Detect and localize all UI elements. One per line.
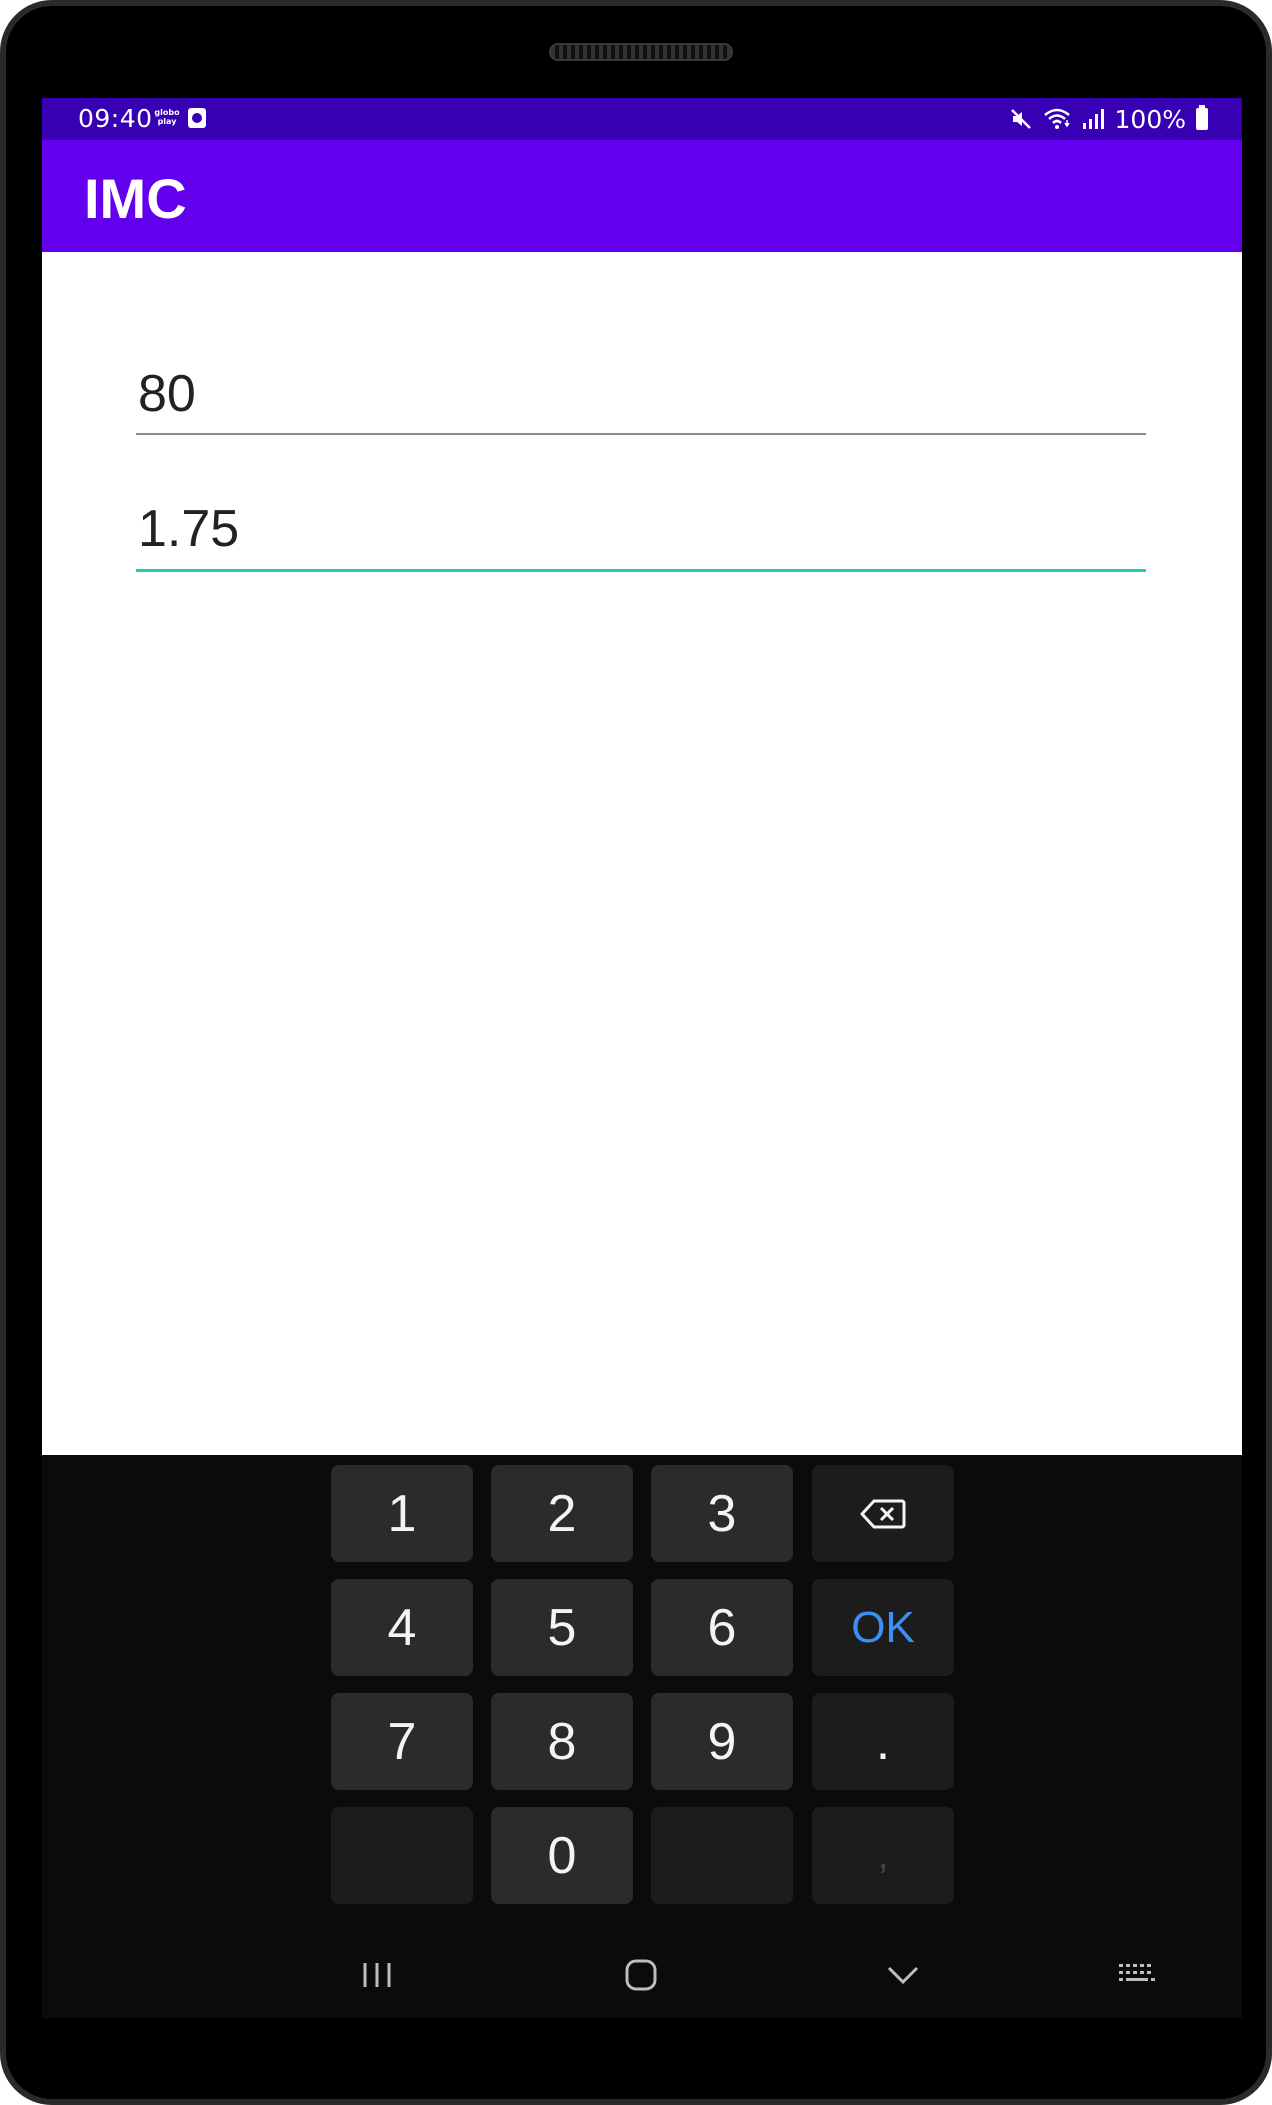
recent-apps-button[interactable]: [342, 1955, 412, 1995]
device-frame: 09:40 globo play 100% IMC 80 1.75 1 2 3 …: [0, 0, 1272, 2105]
cell-signal-icon: [1082, 109, 1104, 129]
app-notification-icon: [188, 108, 206, 128]
earpiece-speaker: [549, 43, 733, 61]
home-icon: [625, 1959, 657, 1991]
weight-input-underline: [136, 433, 1146, 435]
globoplay-notification-icon: globo play: [154, 108, 180, 128]
home-button[interactable]: [606, 1955, 676, 1995]
key-5[interactable]: 5: [491, 1579, 633, 1676]
keyboard-switch-button[interactable]: [1102, 1955, 1172, 1995]
numeric-keyboard: 1 2 3 4 5 6 OK 7 8 9 . 0 ,: [42, 1455, 1242, 2018]
weight-input[interactable]: [136, 362, 1146, 426]
key-7[interactable]: 7: [331, 1693, 473, 1790]
key-9[interactable]: 9: [651, 1693, 793, 1790]
status-time: 09:40: [78, 104, 153, 133]
height-input-underline: [136, 569, 1146, 572]
key-4[interactable]: 4: [331, 1579, 473, 1676]
battery-percentage: 100%: [1114, 104, 1186, 134]
empty-key-left: [331, 1807, 473, 1904]
status-bar: 09:40 globo play 100%: [42, 98, 1242, 140]
dot-key[interactable]: .: [812, 1693, 954, 1790]
backspace-icon: [860, 1499, 906, 1528]
status-icons: 100%: [1009, 104, 1208, 134]
globoplay-line2: play: [157, 117, 177, 126]
keyboard-switch-icon: [1119, 1964, 1155, 1981]
key-6[interactable]: 6: [651, 1579, 793, 1676]
wifi-icon: [1043, 108, 1070, 129]
mute-icon: [1010, 109, 1031, 129]
hide-keyboard-button[interactable]: [868, 1955, 938, 1995]
key-1[interactable]: 1: [331, 1465, 473, 1562]
backspace-key[interactable]: [812, 1465, 954, 1562]
app-title: IMC: [84, 167, 187, 230]
globoplay-line1: globo: [154, 108, 180, 117]
key-2[interactable]: 2: [491, 1465, 633, 1562]
height-input[interactable]: [136, 497, 1146, 561]
recent-apps-icon: [363, 1963, 391, 1987]
comma-key: ,: [812, 1807, 954, 1904]
app-bar: IMC: [42, 140, 1242, 252]
key-8[interactable]: 8: [491, 1693, 633, 1790]
battery-icon: [1196, 105, 1208, 130]
empty-key-right: [651, 1807, 793, 1904]
key-3[interactable]: 3: [651, 1465, 793, 1562]
ok-key[interactable]: OK: [812, 1579, 954, 1676]
key-0[interactable]: 0: [491, 1807, 633, 1904]
hide-keyboard-icon: [887, 1966, 919, 1985]
screen: 09:40 globo play 100% IMC 80 1.75 1 2 3 …: [42, 98, 1242, 2018]
